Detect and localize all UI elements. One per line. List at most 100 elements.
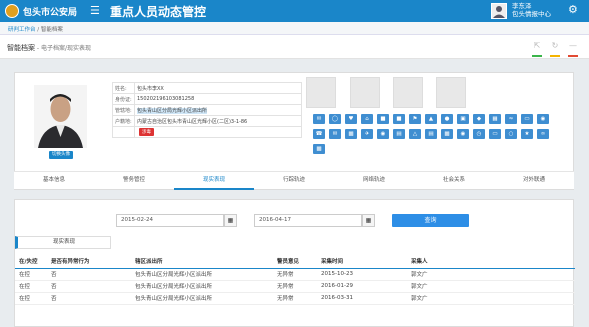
table-row[interactable]: 在控 否 包头青山区分局光辉小区派出所 无异常 2015-10-23 郭文广 xyxy=(15,268,575,281)
lock-icon[interactable]: ▩ xyxy=(441,129,453,139)
card-icon[interactable]: ▭ xyxy=(521,114,533,124)
related-photo-2[interactable] xyxy=(350,77,380,108)
related-photo-1[interactable] xyxy=(306,77,336,108)
bank-icon[interactable]: ▲ xyxy=(425,114,437,124)
behavior-table: 在/失控 是否有异常行为 辖区派出所 警员意见 采集时间 采集人 在控 否 包头… xyxy=(15,254,575,305)
map-icon[interactable]: △ xyxy=(409,129,421,139)
breadcrumb-current: 智能档案 xyxy=(40,27,63,33)
cell-abnormal: 否 xyxy=(47,280,131,293)
chat-icon[interactable]: ✉ xyxy=(313,114,325,124)
minimize-icon[interactable]: — xyxy=(568,41,578,51)
building-icon[interactable]: ▣ xyxy=(457,114,469,124)
start-date-input[interactable]: 2015-02-24 xyxy=(116,214,224,227)
clock-icon[interactable]: ◷ xyxy=(473,129,485,139)
phone-icon[interactable]: ☎ xyxy=(313,129,325,139)
query-button[interactable]: 查询 xyxy=(392,214,469,227)
plane-icon[interactable]: ✈ xyxy=(361,129,373,139)
page-title-bar: 智能档案 - 电子档案/现实表现 ⇱ ↻ — xyxy=(0,35,589,59)
field-key: 管辖地: xyxy=(112,104,135,116)
portrait-icon xyxy=(34,85,87,148)
flag-icon[interactable]: ⚑ xyxy=(409,114,421,124)
tab-police-control[interactable]: 警务管控 xyxy=(94,172,174,190)
cell-time: 2016-03-31 xyxy=(317,292,407,305)
field-tag-cell: 涉毒 xyxy=(134,126,302,138)
profile-info-table: 姓名: 包头市李XX 身份证: 150202196103081258 管辖地: … xyxy=(112,82,302,138)
train-icon[interactable]: ▩ xyxy=(345,129,357,139)
field-id-value: 150202196103081258 xyxy=(134,93,302,105)
person-icon[interactable]: ● xyxy=(441,114,453,124)
calendar-icon[interactable]: ▦ xyxy=(362,214,375,227)
user-avatar[interactable] xyxy=(491,3,507,19)
field-name-value: 包头市李XX xyxy=(134,82,302,94)
expand-icon[interactable]: ⇱ xyxy=(532,41,542,51)
message-icon[interactable]: ✉ xyxy=(329,129,341,139)
table-row[interactable]: 在控 否 包头青山区分局光辉小区派出所 无异常 2016-03-31 郭文广 xyxy=(15,292,575,305)
end-date-input[interactable]: 2016-04-17 xyxy=(254,214,362,227)
cell-time: 2015-10-23 xyxy=(317,268,407,281)
table-row[interactable]: 在控 否 包头青山区分局光辉小区派出所 无异常 2016-01-29 郭文广 xyxy=(15,280,575,293)
train-ticket-icon[interactable]: ▩ xyxy=(313,144,325,154)
breadcrumb: 研判工作台 / 智能档案 xyxy=(0,22,589,35)
hotel-icon[interactable]: ■ xyxy=(393,114,405,124)
pin-icon[interactable]: ◉ xyxy=(537,114,549,124)
subtab-current-behavior[interactable]: 现实表现 xyxy=(15,236,111,249)
cell-status: 在控 xyxy=(15,268,47,281)
person-icon xyxy=(493,6,505,18)
link-icon[interactable]: ∞ xyxy=(537,129,549,139)
cell-station: 包头青山区分局光辉小区派出所 xyxy=(131,292,273,305)
top-bar: 包头市公安局 ☰ 重点人员动态管控 李东泽 包头情报中心 ⚙ xyxy=(0,0,589,22)
refresh-icon[interactable]: ↻ xyxy=(550,41,560,51)
related-photo-3[interactable] xyxy=(393,77,423,108)
field-key: 户籍地: xyxy=(112,115,135,127)
home-icon[interactable]: ⌂ xyxy=(361,114,373,124)
page-title-text: 智能档案 xyxy=(7,44,35,52)
user-name: 李东泽 xyxy=(512,2,532,10)
heart-icon[interactable]: ♥ xyxy=(345,114,357,124)
user-org: 包头情报中心 xyxy=(512,10,551,18)
search-icon[interactable]: ○ xyxy=(505,129,517,139)
breadcrumb-home[interactable]: 研判工作台 xyxy=(8,27,36,33)
cell-opinion: 无异常 xyxy=(273,280,317,293)
users-icon[interactable]: ◉ xyxy=(377,129,389,139)
cell-station: 包头青山区分局光辉小区派出所 xyxy=(131,280,273,293)
tab-social-relations[interactable]: 社会关系 xyxy=(414,172,494,190)
tab-network-track[interactable]: 网络轨迹 xyxy=(334,172,414,190)
related-photo-4[interactable] xyxy=(436,77,466,108)
gear-icon[interactable]: ⚙ xyxy=(568,3,578,16)
tab-external-contact[interactable]: 对外联通 xyxy=(494,172,574,190)
user-info[interactable]: 李东泽 包头情报中心 xyxy=(512,2,551,18)
star-icon[interactable]: ★ xyxy=(521,129,533,139)
page-title: 智能档案 - 电子档案/现实表现 xyxy=(7,43,91,53)
person-photo xyxy=(34,85,87,148)
calendar-icon[interactable]: ▦ xyxy=(224,214,237,227)
col-time: 采集时间 xyxy=(317,254,407,269)
menu-icon[interactable]: ☰ xyxy=(90,4,100,17)
minimize-underline xyxy=(568,55,578,57)
cell-collector: 郭文广 xyxy=(407,268,575,281)
page-subtitle: - 电子档案/现实表现 xyxy=(35,45,92,52)
wifi-icon[interactable]: ≈ xyxy=(505,114,517,124)
records-panel: 2015-02-24 ▦ 2016-04-17 ▦ 查询 现实表现 在/失控 是… xyxy=(14,199,575,327)
document-icon[interactable]: ▤ xyxy=(425,129,437,139)
stats-icon[interactable]: ▦ xyxy=(489,114,501,124)
switch-photo-button[interactable]: 切换头像 xyxy=(49,151,73,159)
cell-collector: 郭文广 xyxy=(407,292,575,305)
web-icon[interactable]: ◯ xyxy=(329,114,341,124)
tab-current-behavior[interactable]: 现实表现 xyxy=(174,172,254,190)
breadcrumb-separator: / xyxy=(37,27,40,33)
bus-icon[interactable]: ▤ xyxy=(393,129,405,139)
tab-movement-track[interactable]: 行踪轨迹 xyxy=(254,172,334,190)
col-opinion: 警员意见 xyxy=(273,254,317,269)
app-title: 重点人员动态管控 xyxy=(110,5,207,19)
cell-opinion: 无异常 xyxy=(273,292,317,305)
col-station: 辖区派出所 xyxy=(131,254,273,269)
police-badge-icon xyxy=(5,4,19,18)
shield-icon[interactable]: ◆ xyxy=(473,114,485,124)
camera-icon[interactable]: ◉ xyxy=(457,129,469,139)
car-icon[interactable]: ■ xyxy=(377,114,389,124)
tab-basic-info[interactable]: 基本信息 xyxy=(14,172,94,190)
refresh-underline xyxy=(550,55,560,57)
cell-status: 在控 xyxy=(15,280,47,293)
folder-icon[interactable]: ▭ xyxy=(489,129,501,139)
profile-tabs: 基本信息 警务管控 现实表现 行踪轨迹 网络轨迹 社会关系 对外联通 xyxy=(14,171,574,190)
